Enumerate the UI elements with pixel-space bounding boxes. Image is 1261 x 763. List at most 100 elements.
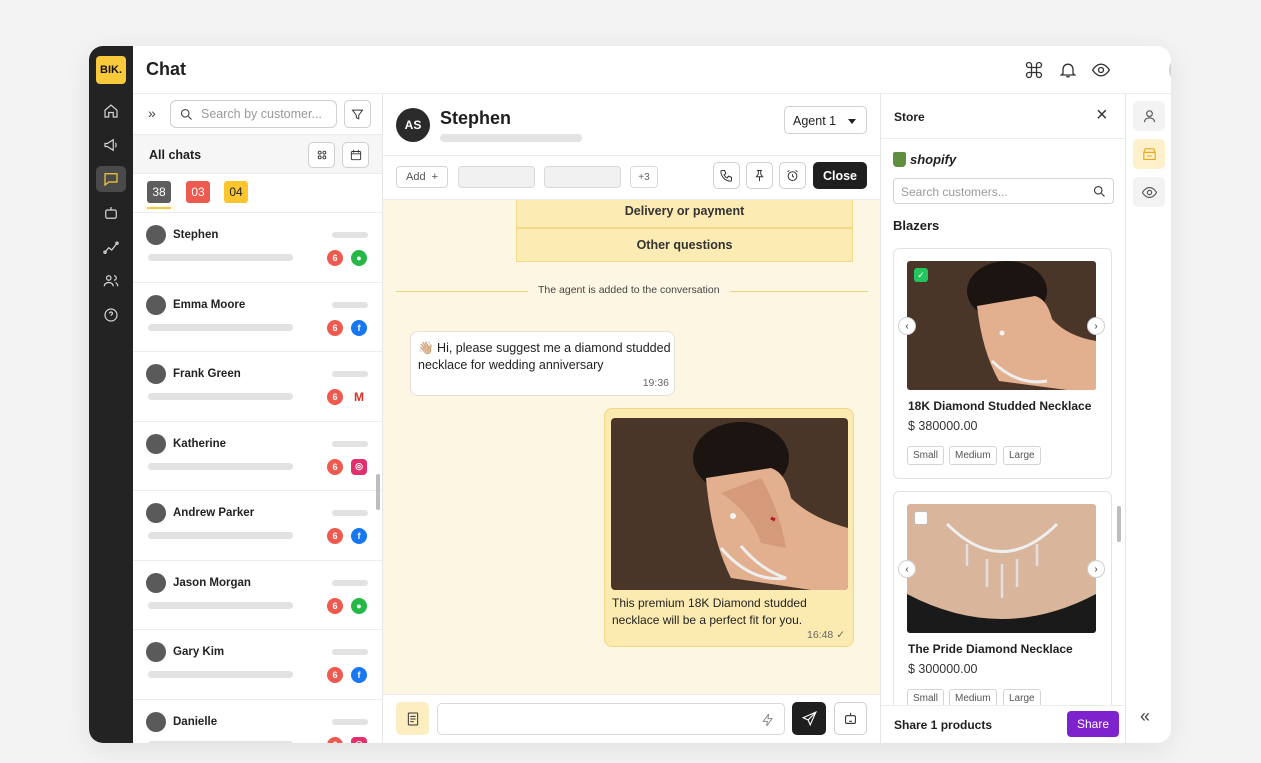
system-message: The agent is added to the conversation	[528, 284, 730, 296]
chat-list-item[interactable]: Stephen 6 ●	[133, 212, 382, 281]
bot-reply-button[interactable]	[834, 702, 867, 735]
avatar	[146, 503, 166, 523]
notes-button[interactable]	[396, 702, 429, 735]
chat-list-item[interactable]: Frank Green 6 M	[133, 351, 382, 420]
expand-chevron-icon[interactable]: »	[148, 105, 156, 121]
all-chats-label: All chats	[149, 148, 202, 162]
necklace-photo[interactable]	[611, 418, 848, 590]
store-icon[interactable]	[1133, 139, 1165, 169]
agent-select-value: Agent 1	[793, 114, 837, 128]
lightning-icon[interactable]	[760, 712, 776, 728]
size-option[interactable]: Medium	[949, 446, 997, 465]
chat-list-item[interactable]: Emma Moore 6 f	[133, 281, 382, 351]
unread-badge: 6	[327, 597, 343, 614]
customer-search-input[interactable]: Search by customer...	[170, 100, 337, 128]
count-open[interactable]: 38	[147, 181, 171, 203]
quick-reply-option[interactable]: Other questions	[516, 228, 853, 262]
product-card[interactable]: ‹ › The Pride Diamond Necklace $ 300000.…	[893, 491, 1112, 705]
share-button[interactable]: Share	[1067, 711, 1119, 737]
chat-list-item[interactable]: Andrew Parker 6 f	[133, 490, 382, 559]
count-unassigned[interactable]: 03	[186, 181, 210, 203]
unread-badge: 6	[327, 667, 343, 683]
contact-name: Emma Moore	[173, 298, 246, 311]
product-checkbox-checked[interactable]: ✓	[914, 268, 928, 282]
right-rail: «	[1125, 94, 1171, 743]
tag-placeholder[interactable]	[458, 166, 535, 188]
avatar	[146, 364, 166, 384]
unread-badge: 6	[327, 389, 343, 405]
grid-dots-icon	[317, 150, 326, 160]
count-pending[interactable]: 04	[224, 181, 248, 203]
product-checkbox[interactable]	[914, 511, 928, 525]
megaphone-icon[interactable]	[96, 132, 126, 158]
add-tag-button[interactable]: Add +	[396, 166, 448, 188]
chevron-left-icon[interactable]: ‹	[898, 317, 916, 335]
unread-badge: 6	[327, 528, 343, 544]
bot-icon[interactable]	[96, 200, 126, 226]
product-category: Blazers	[893, 218, 940, 233]
call-button[interactable]	[713, 162, 740, 189]
user-icon[interactable]	[1133, 101, 1165, 131]
size-option[interactable]: Small	[907, 446, 945, 465]
grid-command-icon[interactable]	[1022, 58, 1046, 82]
eye-icon[interactable]	[1133, 177, 1165, 207]
product-list: ✓ ‹ › 18K Diamond Studded Necklace $ 380…	[881, 240, 1126, 705]
user-avatar[interactable]	[1169, 55, 1171, 85]
conversation-toolbar: Add + +3 Close	[383, 156, 880, 200]
preview-placeholder	[148, 740, 293, 743]
search-icon	[180, 108, 192, 120]
chevron-right-icon[interactable]: ›	[1087, 317, 1105, 335]
size-option[interactable]: Large	[1003, 446, 1041, 465]
preview-placeholder	[148, 254, 293, 261]
contact-avatar: AS	[396, 108, 430, 142]
top-bar: Chat	[133, 46, 1171, 94]
preview-placeholder	[148, 671, 293, 678]
avatar	[146, 433, 166, 454]
size-option[interactable]: Medium	[949, 689, 997, 705]
chat-list-item[interactable]: Katherine 6 ◎	[133, 420, 382, 490]
users-icon[interactable]	[96, 268, 126, 294]
chat-list-item[interactable]: Jason Morgan 6 ●	[133, 559, 382, 629]
home-icon[interactable]	[96, 98, 126, 124]
snooze-button[interactable]	[779, 162, 806, 189]
send-button[interactable]	[792, 702, 826, 735]
group-view-button[interactable]	[308, 142, 335, 168]
status-counts: 38 03 04	[133, 174, 382, 212]
list-scrollbar[interactable]	[376, 474, 380, 510]
message-input[interactable]	[437, 703, 785, 735]
agent-select[interactable]: Agent 1	[784, 106, 867, 134]
size-option[interactable]: Small	[907, 689, 945, 705]
eye-icon[interactable]	[1089, 58, 1113, 82]
contact-subtitle-placeholder	[440, 134, 582, 142]
active-count-underline	[147, 207, 171, 209]
store-scrollbar[interactable]	[1117, 506, 1121, 542]
shopify-logo: shopify	[893, 152, 956, 167]
list-search-bar: » Search by customer...	[133, 94, 382, 134]
close-conversation-button[interactable]: Close	[813, 162, 867, 189]
close-icon[interactable]: ×	[1096, 104, 1108, 127]
calendar-button[interactable]	[342, 142, 369, 168]
chat-list-item[interactable]: Danielle 6 ◎	[133, 698, 382, 743]
size-option[interactable]: Large	[1003, 689, 1041, 705]
store-search-input[interactable]: Search customers...	[893, 178, 1114, 204]
time-placeholder	[332, 718, 368, 725]
chat-list-item[interactable]: Gary Kim 6 f	[133, 629, 382, 698]
contact-name: Katherine	[173, 437, 227, 450]
more-tags-badge[interactable]: +3	[630, 166, 658, 188]
bell-icon[interactable]	[1056, 58, 1080, 82]
analytics-icon[interactable]	[96, 234, 126, 260]
chat-icon[interactable]	[96, 166, 126, 192]
tag-placeholder[interactable]	[544, 166, 621, 188]
collapse-panel-icon[interactable]: «	[1140, 706, 1150, 727]
instagram-icon: ◎	[351, 458, 367, 475]
quick-reply-option[interactable]: Delivery or payment	[516, 200, 853, 228]
help-icon[interactable]	[96, 302, 126, 328]
store-header: Store ×	[881, 94, 1126, 139]
shopify-bag-icon	[893, 152, 906, 167]
product-card[interactable]: ✓ ‹ › 18K Diamond Studded Necklace $ 380…	[893, 248, 1112, 479]
chat-list-panel: » Search by customer... All chats 38 03 …	[133, 94, 383, 743]
chevron-right-icon[interactable]: ›	[1087, 560, 1105, 578]
chevron-left-icon[interactable]: ‹	[898, 560, 916, 578]
filter-button[interactable]	[344, 100, 371, 128]
pin-button[interactable]	[746, 162, 773, 189]
